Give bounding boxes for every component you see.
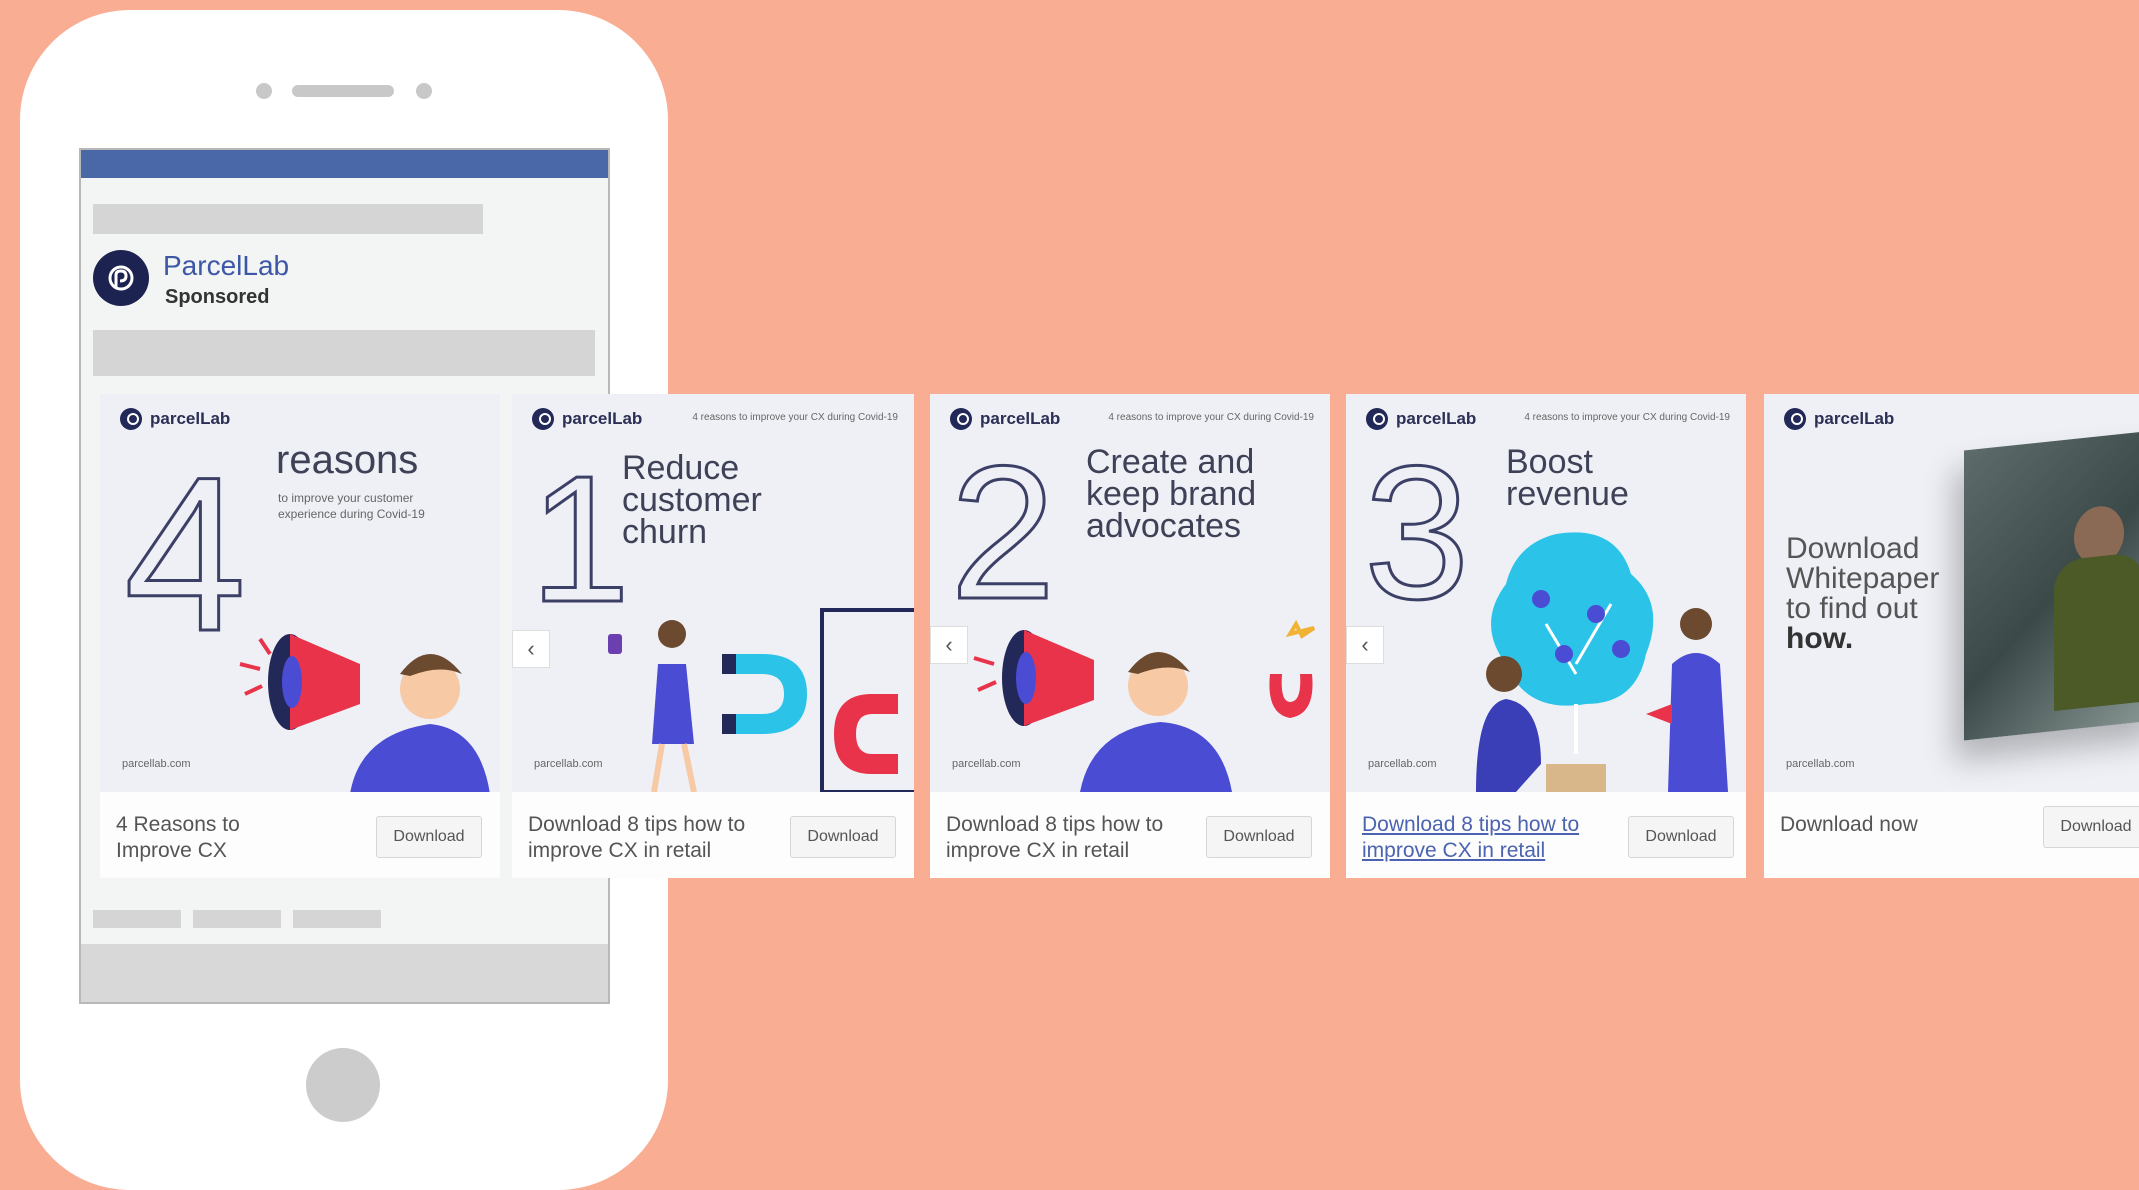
placeholder-line — [93, 204, 483, 234]
placeholder-action — [93, 910, 181, 928]
megaphone-icon — [973, 619, 1316, 792]
carousel-card-5[interactable]: parcelLab Download Whitepaper to find ou… — [1764, 394, 2139, 878]
card-footer: 4 Reasons to Improve CX Download — [100, 792, 500, 878]
card-footer: Download 8 tips how to improve CX in ret… — [512, 792, 914, 878]
parcellab-logo-icon — [108, 265, 134, 291]
prev-arrow-button[interactable]: ‹ — [1346, 626, 1384, 664]
card-caption[interactable]: 4 Reasons to Improve CX — [116, 812, 316, 864]
download-button[interactable]: Download — [2043, 806, 2139, 848]
card-headline: Boost revenue — [1506, 443, 1629, 513]
big-number: 4 — [122, 431, 247, 677]
sensor-dot — [416, 83, 432, 99]
carousel-card-2[interactable]: parcelLab 4 reasons to improve your CX d… — [512, 394, 914, 878]
sponsor-name[interactable]: ParcelLab — [163, 250, 289, 282]
prev-arrow-button[interactable]: ‹ — [930, 626, 968, 664]
carousel-card-4[interactable]: parcelLab 4 reasons to improve your CX d… — [1346, 394, 1746, 878]
card-footer: Download 8 tips how to improve CX in ret… — [930, 792, 1330, 878]
big-number: 2 — [949, 427, 1058, 639]
camera-dot — [256, 83, 272, 99]
brand-logo: parcelLab — [1784, 408, 1894, 430]
download-button[interactable]: Download — [790, 816, 896, 858]
placeholder-action — [193, 910, 281, 928]
card-footer: Download now Download — [1764, 792, 2139, 878]
website-label: parcellab.com — [1368, 758, 1437, 770]
website-label: parcellab.com — [534, 758, 603, 770]
card-image: parcelLab Download Whitepaper to find ou… — [1764, 394, 2139, 792]
facebook-top-bar — [81, 150, 608, 178]
carousel-card-1[interactable]: parcelLab 4 reasons to improve your cust… — [100, 394, 500, 878]
warehouse-photo — [1964, 429, 2139, 741]
card-image: parcelLab 4 reasons to improve your CX d… — [512, 394, 914, 792]
magnet-icon — [608, 608, 914, 792]
megaphone-icon — [239, 634, 490, 794]
card-tagline: 4 reasons to improve your CX during Covi… — [692, 412, 898, 423]
placeholder-post-text — [93, 330, 595, 376]
card-tagline: 4 reasons to improve your CX during Covi… — [1108, 412, 1314, 423]
speaker-grille — [292, 85, 394, 97]
card-caption[interactable]: Download now — [1780, 812, 2010, 838]
download-button[interactable]: Download — [1206, 816, 1312, 858]
big-number: 1 — [528, 439, 631, 640]
website-label: parcellab.com — [122, 758, 191, 770]
money-tree-icon — [1476, 532, 1728, 792]
card-image: parcelLab 4 reasons to improve your CX d… — [930, 394, 1330, 792]
placeholder-action — [293, 910, 381, 928]
card-image: parcelLab 4 reasons to improve your CX d… — [1346, 394, 1746, 792]
card-caption[interactable]: Download 8 tips how to improve CX in ret… — [528, 812, 758, 864]
brand-logo: parcelLab — [120, 408, 230, 430]
card-headline: reasons — [276, 438, 419, 482]
sponsored-label: Sponsored — [165, 286, 270, 308]
website-label: parcellab.com — [952, 758, 1021, 770]
brand-avatar[interactable] — [93, 250, 149, 306]
card-tagline: 4 reasons to improve your CX during Covi… — [1524, 412, 1730, 423]
card-headline: Download Whitepaper to find out how. — [1786, 532, 1940, 655]
card-footer: Download 8 tips how to improve CX in ret… — [1346, 792, 1746, 878]
card-caption-link[interactable]: Download 8 tips how to improve CX in ret… — [1362, 812, 1592, 864]
website-label: parcellab.com — [1786, 758, 1855, 770]
card-headline: Create and keep brand advocates — [1086, 443, 1257, 545]
card-headline: Reduce customer churn — [622, 449, 762, 551]
download-button[interactable]: Download — [1628, 816, 1734, 858]
prev-arrow-button[interactable]: ‹ — [512, 630, 550, 668]
card-image: parcelLab 4 reasons to improve your cust… — [100, 394, 500, 794]
home-button[interactable] — [306, 1048, 380, 1122]
screen-bottom-bar — [81, 944, 608, 1002]
card-caption[interactable]: Download 8 tips how to improve CX in ret… — [946, 812, 1176, 864]
carousel-card-3[interactable]: parcelLab 4 reasons to improve your CX d… — [930, 394, 1330, 878]
card-subtext: to improve your customer experience duri… — [278, 491, 425, 521]
download-button[interactable]: Download — [376, 816, 482, 858]
brand-logo: parcelLab — [532, 408, 642, 430]
